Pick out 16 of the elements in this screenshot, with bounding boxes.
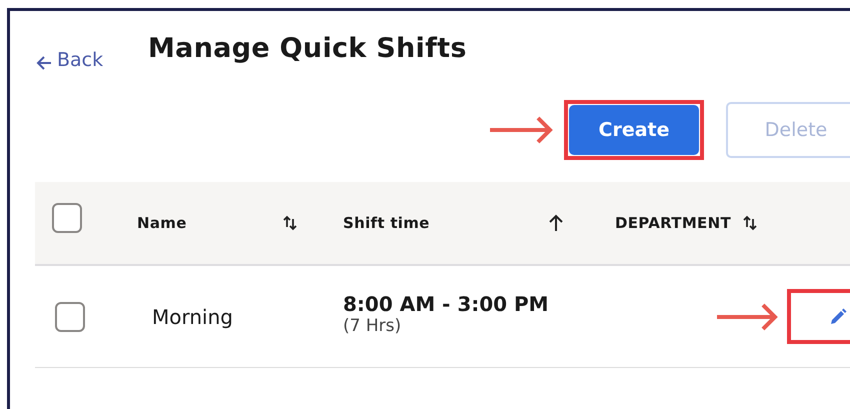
- sort-ascending-icon[interactable]: [548, 214, 564, 232]
- create-button[interactable]: Create: [569, 105, 699, 155]
- back-arrow-icon: [35, 55, 53, 71]
- shift-name: Morning: [152, 304, 233, 328]
- column-header[interactable]: DEPARTMENT: [615, 214, 731, 232]
- page-title: Manage Quick Shifts: [148, 33, 467, 64]
- sort-icon[interactable]: [743, 215, 757, 231]
- column-header[interactable]: Shift time: [343, 214, 430, 232]
- row-checkbox[interactable]: [55, 302, 85, 332]
- back-link[interactable]: Back: [35, 33, 148, 71]
- column-header[interactable]: Name: [137, 214, 187, 232]
- shift-duration: (7 Hrs): [343, 316, 402, 336]
- sort-icon[interactable]: [282, 215, 297, 231]
- edit-pencil-icon[interactable]: [829, 308, 847, 326]
- shift-time: 8:00 AM - 3:00 PM: [343, 292, 550, 316]
- select-all-checkbox[interactable]: [52, 203, 82, 233]
